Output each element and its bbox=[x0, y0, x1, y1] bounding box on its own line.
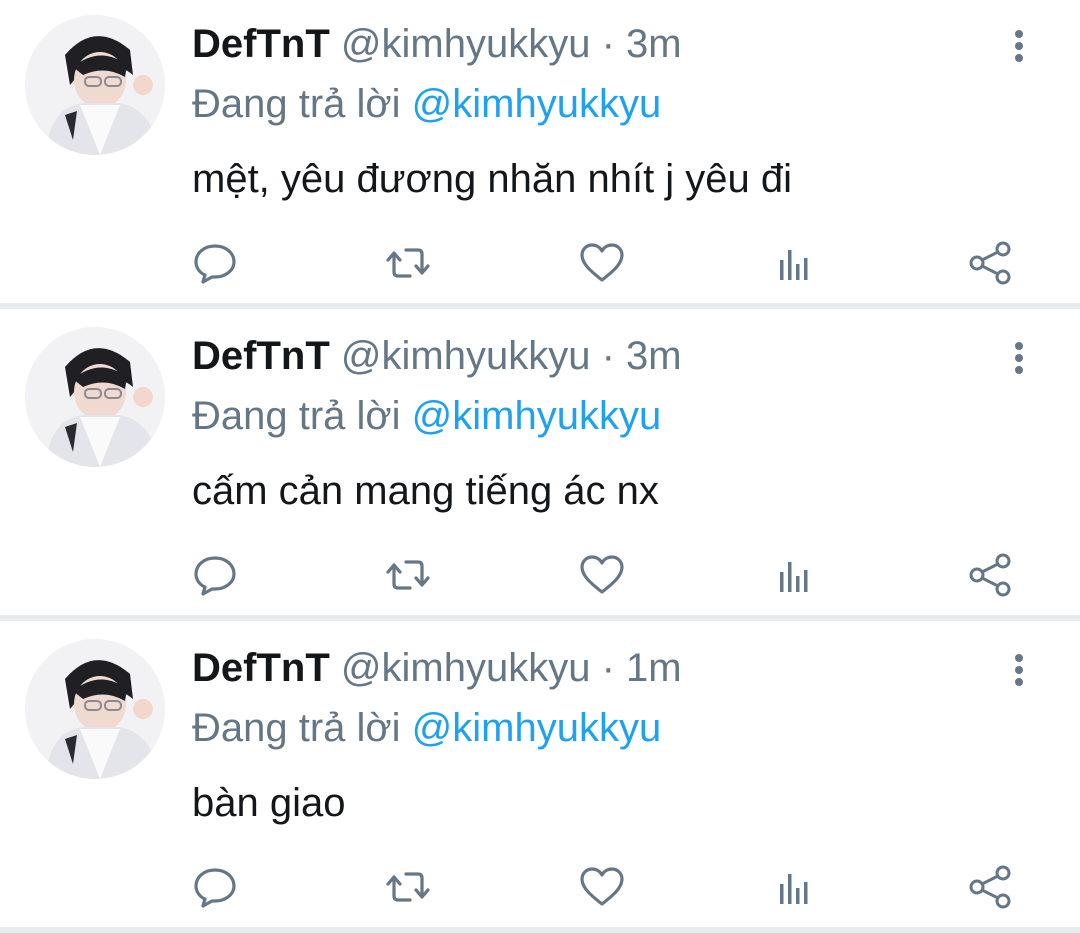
retweet-icon[interactable] bbox=[383, 550, 433, 600]
tweet[interactable]: DefTnT @kimhyukkyu · 3m Đang trả lời @ki… bbox=[0, 0, 1080, 302]
stats-icon[interactable] bbox=[771, 550, 821, 600]
tweet-actions bbox=[0, 238, 1080, 288]
tweet-actions bbox=[0, 862, 1080, 912]
stats-icon[interactable] bbox=[771, 862, 821, 912]
like-icon[interactable] bbox=[577, 238, 627, 288]
display-name[interactable]: DefTnT bbox=[192, 334, 330, 378]
share-icon[interactable] bbox=[965, 550, 1015, 600]
like-icon[interactable] bbox=[577, 862, 627, 912]
avatar[interactable] bbox=[25, 639, 165, 779]
more-vertical-icon[interactable] bbox=[1005, 26, 1035, 66]
avatar[interactable] bbox=[25, 327, 165, 467]
tweet-header: DefTnT @kimhyukkyu · 3m bbox=[192, 329, 682, 383]
tweet-text: mệt, yêu đương nhăn nhít j yêu đi bbox=[192, 157, 793, 201]
replying-to: Đang trả lời @kimhyukkyu bbox=[192, 701, 661, 755]
user-handle[interactable]: @kimhyukkyu bbox=[341, 646, 591, 690]
avatar[interactable] bbox=[25, 15, 165, 155]
tweet[interactable]: DefTnT @kimhyukkyu · 1m Đang trả lời @ki… bbox=[0, 624, 1080, 926]
retweet-icon[interactable] bbox=[383, 238, 433, 288]
more-vertical-icon[interactable] bbox=[1005, 650, 1035, 690]
share-icon[interactable] bbox=[965, 862, 1015, 912]
user-handle[interactable]: @kimhyukkyu bbox=[341, 334, 591, 378]
retweet-icon[interactable] bbox=[383, 862, 433, 912]
tweet-header: DefTnT @kimhyukkyu · 3m bbox=[192, 17, 682, 71]
mention-link[interactable]: @kimhyukkyu bbox=[412, 82, 662, 126]
replying-to: Đang trả lời @kimhyukkyu bbox=[192, 77, 661, 131]
display-name[interactable]: DefTnT bbox=[192, 22, 330, 66]
tweet-text: bàn giao bbox=[192, 781, 346, 825]
mention-link[interactable]: @kimhyukkyu bbox=[412, 706, 662, 750]
replying-prefix: Đang trả lời bbox=[192, 394, 401, 438]
timestamp[interactable]: 3m bbox=[626, 22, 682, 66]
display-name[interactable]: DefTnT bbox=[192, 646, 330, 690]
reply-icon[interactable] bbox=[190, 862, 240, 912]
separator-dot: · bbox=[601, 334, 615, 378]
tweet-text: cấm cản mang tiếng ác nx bbox=[192, 469, 659, 513]
timestamp[interactable]: 3m bbox=[626, 334, 682, 378]
replying-prefix: Đang trả lời bbox=[192, 706, 401, 750]
share-icon[interactable] bbox=[965, 238, 1015, 288]
reply-icon[interactable] bbox=[190, 550, 240, 600]
timestamp[interactable]: 1m bbox=[626, 646, 682, 690]
reply-icon[interactable] bbox=[190, 238, 240, 288]
more-vertical-icon[interactable] bbox=[1005, 338, 1035, 378]
divider bbox=[0, 303, 1080, 309]
divider bbox=[0, 927, 1080, 933]
like-icon[interactable] bbox=[577, 550, 627, 600]
replying-prefix: Đang trả lời bbox=[192, 82, 401, 126]
tweet[interactable]: DefTnT @kimhyukkyu · 3m Đang trả lời @ki… bbox=[0, 312, 1080, 614]
stats-icon[interactable] bbox=[771, 238, 821, 288]
separator-dot: · bbox=[601, 22, 615, 66]
separator-dot: · bbox=[601, 646, 615, 690]
tweet-actions bbox=[0, 550, 1080, 600]
tweet-feed: DefTnT @kimhyukkyu · 3m Đang trả lời @ki… bbox=[0, 0, 1080, 933]
divider bbox=[0, 615, 1080, 621]
user-handle[interactable]: @kimhyukkyu bbox=[341, 22, 591, 66]
tweet-header: DefTnT @kimhyukkyu · 1m bbox=[192, 641, 682, 695]
replying-to: Đang trả lời @kimhyukkyu bbox=[192, 389, 661, 443]
mention-link[interactable]: @kimhyukkyu bbox=[412, 394, 662, 438]
